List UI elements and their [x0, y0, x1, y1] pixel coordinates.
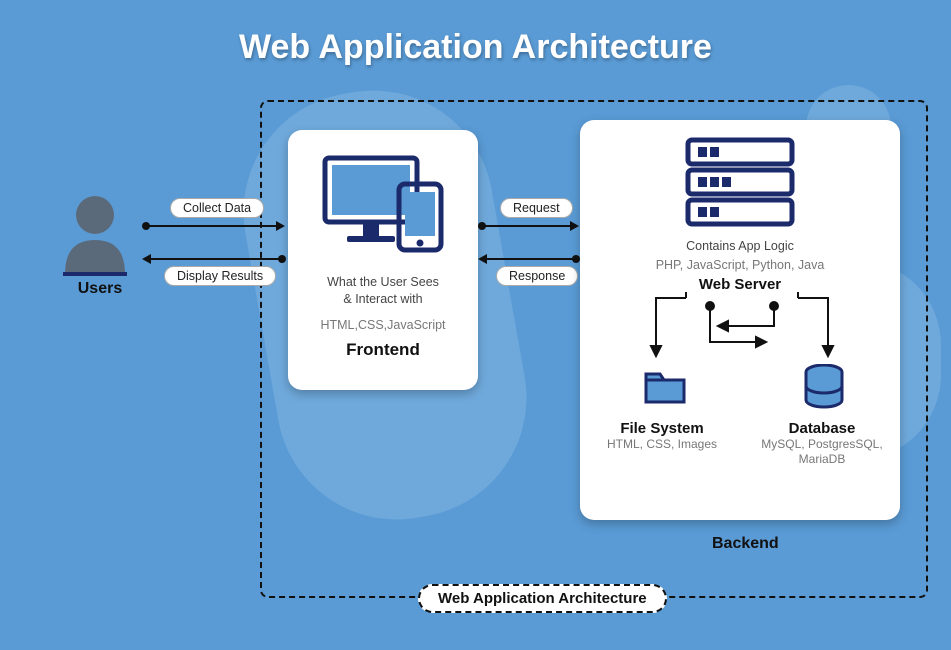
label-collect-data: Collect Data [170, 198, 264, 218]
database-tech: MySQL, PostgresSQL, MariaDB [752, 437, 892, 467]
devices-icon [313, 150, 453, 260]
users-block: Users [55, 190, 145, 298]
frontend-desc-1: What the User Sees [327, 274, 439, 291]
filesystem-label: File System [592, 420, 732, 437]
frontend-label: Frontend [346, 340, 420, 360]
arrows-frontend-backend: Request Response [478, 210, 582, 274]
backend-label: Backend [712, 535, 779, 553]
label-request: Request [500, 198, 573, 218]
webserver-label: Web Server [699, 276, 781, 293]
filesystem-tech: HTML, CSS, Images [592, 437, 732, 452]
user-icon [55, 190, 135, 278]
users-label: Users [55, 280, 145, 298]
frontend-desc-2: & Interact with [343, 291, 422, 308]
frontend-card: What the User Sees & Interact with HTML,… [288, 130, 478, 390]
database-label: Database [752, 420, 892, 437]
database-icon [802, 364, 846, 410]
frontend-tech: HTML,CSS,JavaScript [320, 318, 445, 332]
backend-desc: Contains App Logic [686, 238, 794, 255]
label-response: Response [496, 266, 578, 286]
architecture-label: Web Application Architecture [418, 584, 667, 613]
server-icon [680, 134, 800, 230]
arrows-users-frontend: Collect Data Display Results [142, 210, 290, 274]
label-display-results: Display Results [164, 266, 276, 286]
backend-card: Contains App Logic PHP, JavaScript, Pyth… [580, 120, 900, 520]
backend-tech: PHP, JavaScript, Python, Java [656, 258, 825, 272]
page-title: Web Application Architecture [0, 28, 951, 67]
folder-icon [642, 366, 688, 406]
